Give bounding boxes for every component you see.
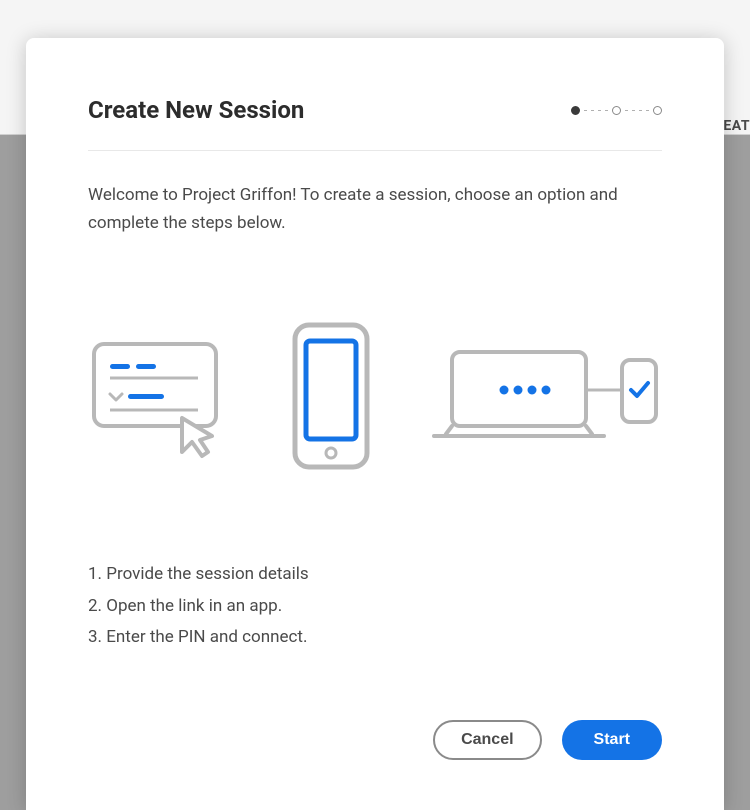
modal-header: Create New Session [88, 96, 662, 151]
stepper-dash [646, 110, 649, 111]
stepper-dash [598, 110, 601, 111]
stepper-dot-3 [653, 106, 662, 115]
stepper-dot-2 [612, 106, 621, 115]
modal-title: Create New Session [88, 96, 304, 124]
step-item-2: 2. Open the link in an app. [88, 591, 662, 622]
stepper-dash [625, 110, 628, 111]
stepper-dash [591, 110, 594, 111]
laptop-phone-connect-icon [430, 346, 660, 450]
background-partial-label: EAT [723, 118, 750, 134]
intro-text: Welcome to Project Griffon! To create a … [88, 181, 662, 237]
start-button[interactable]: Start [562, 720, 662, 760]
step-item-1: 1. Provide the session details [88, 559, 662, 590]
form-cursor-icon [90, 332, 232, 464]
create-session-modal: Create New Session Welcome to Project Gr… [26, 38, 724, 810]
stepper-dot-1 [571, 106, 580, 115]
steps-list: 1. Provide the session details 2. Open t… [88, 559, 662, 653]
stepper-dash [584, 110, 587, 111]
progress-stepper [571, 106, 662, 115]
stepper-dash [639, 110, 642, 111]
cancel-button[interactable]: Cancel [433, 720, 541, 760]
phone-icon [291, 321, 371, 475]
stepper-dash [605, 110, 608, 111]
illustration-row [88, 321, 662, 475]
stepper-dash [632, 110, 635, 111]
step-item-3: 3. Enter the PIN and connect. [88, 622, 662, 653]
modal-footer: Cancel Start [88, 680, 662, 760]
